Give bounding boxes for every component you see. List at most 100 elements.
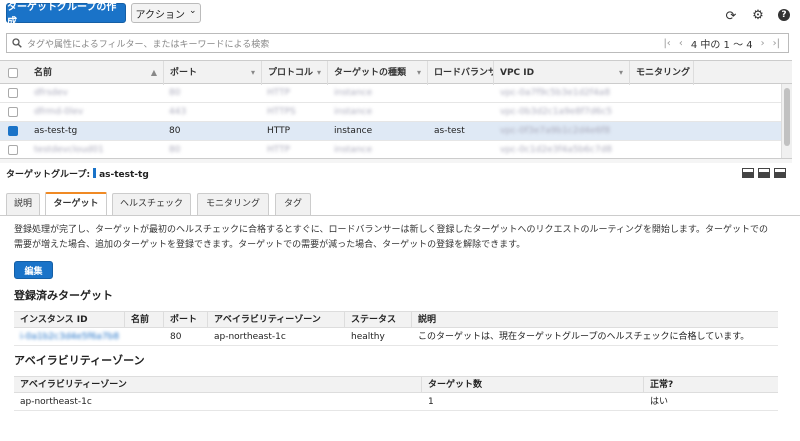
targets-description: 登録処理が完了し、ターゲットが最初のヘルスチェックに合格するとすぐに、ロードバラ… [14,225,769,250]
detail-label: ターゲットグループ: [6,170,91,180]
instance-status: healthy [351,332,385,342]
row-port: 80 [169,145,181,155]
create-target-group-button[interactable]: ターゲットグループの作成 [6,2,126,28]
row-vpc-id: vpc-0b3d2c1a9e8f7d6c5 [500,107,613,117]
tab-health-check[interactable]: ヘルスチェック [112,193,191,215]
az-name: ap-northeast-1c [20,397,92,407]
row-name: testdevcloud01 [34,145,104,155]
column-header-status: ステータス [345,312,412,328]
split-pane-divider[interactable] [0,158,792,163]
detail-tabs: 説明 ターゲット ヘルスチェック モニタリング タグ [0,192,800,216]
row-target-type: instance [334,88,373,98]
pager-next-button[interactable]: › [761,38,765,49]
column-header-target-type[interactable]: ターゲットの種類 ▾ [328,61,428,85]
column-header-instance-id: インスタンス ID [14,312,125,328]
column-header-load-balancer[interactable]: ロードバランサー [428,61,494,85]
target-groups-table-header: 名前▲ ポート▾ プロトコル▾ ターゲットの種類▾ ロードバランサー VPC I… [0,60,792,85]
search-bar: タグや属性によるフィルター、またはキーワードによる検索 |‹ ‹ 4 中の 1 … [6,33,789,53]
target-groups-table-body: dfrsdev 80 HTTP instance vpc-0a7f9c5b3e1… [0,84,792,156]
instance-id-link[interactable]: i-0a1b2c3d4e5f6a7b8 [14,328,125,346]
row-protocol: HTTP [267,126,291,136]
az-healthy: はい [650,397,669,407]
column-header-availability-zone: アベイラビリティーゾーン [208,312,345,328]
actions-button[interactable]: アクション ⌄ [131,3,201,23]
row-vpc-id: vpc-0a7f9c5b3e1d2f4a8 [500,88,611,98]
row-load-balancer: as-test [434,126,465,136]
registered-targets-heading: 登録済みターゲット [14,289,113,302]
table-scrollbar[interactable] [781,84,792,158]
row-vpc-id: vpc-0f3e7a9b1c2d4e6f8 [500,126,611,136]
edit-label: 編集 [24,266,43,277]
column-header-name[interactable]: 名前 ▲ [28,61,164,85]
table-row[interactable]: testdevcloud01 80 HTTP instance vpc-0c1d… [0,141,781,156]
instance-name [125,328,164,346]
refresh-icon[interactable]: ⟳ [724,9,738,24]
row-port: 80 [169,88,181,98]
row-target-type: instance [334,126,373,136]
table-row: ap-northeast-1c 1 はい [14,393,778,411]
pager-last-button[interactable]: ›| [773,38,780,49]
table-row[interactable]: dfrsdev 80 HTTP instance vpc-0a7f9c5b3e1… [0,84,781,103]
tab-tags[interactable]: タグ [275,193,311,215]
dropdown-icon: ▾ [416,68,421,77]
row-protocol: HTTPS [267,107,296,117]
instance-status-description: このターゲットは、現在ターゲットグループのヘルスチェックに合格しています。 [418,332,750,342]
table-row[interactable]: dfrmd-0lev 443 HTTPS instance vpc-0b3d2c… [0,103,781,122]
row-checkbox[interactable] [8,145,18,155]
dropdown-icon: ▾ [316,68,321,77]
pager-prev-button[interactable]: ‹ [679,38,683,49]
column-header-vpc-id[interactable]: VPC ID ▾ [494,61,630,85]
scrollbar-thumb[interactable] [784,88,790,146]
tab-monitoring[interactable]: モニタリング [197,193,269,215]
edit-button[interactable]: 編集 [14,261,53,279]
row-checkbox[interactable] [8,107,18,117]
row-port: 80 [169,126,181,136]
column-header-name: 名前 [125,312,164,328]
dropdown-icon: ▾ [618,68,623,77]
row-name: dfrsdev [34,88,68,98]
chevron-down-icon: ⌄ [188,6,197,16]
row-vpc-id: vpc-0c1d2e3f4a5b6c7d8 [500,145,613,155]
dropdown-icon: ▾ [250,68,255,77]
instance-az: ap-northeast-1c [214,332,286,342]
pager-count: 4 中の 1 ～ 4 [690,39,753,51]
column-header-availability-zone: アベイラビリティーゾーン [14,377,422,393]
table-row-selected[interactable]: as-test-tg 80 HTTP instance as-test vpc-… [0,122,781,141]
detail-accent-bar [93,168,97,178]
detail-target-group-name: as-test-tg [99,170,149,180]
row-target-type: instance [334,107,373,117]
select-all-checkbox[interactable] [8,68,18,78]
search-icon [12,38,22,48]
availability-zones-heading: アベイラビリティーゾーン [14,354,145,367]
view-half-panel-icon[interactable] [758,168,770,178]
column-header-port: ポート [164,312,208,328]
row-protocol: HTTP [267,145,291,155]
column-header-protocol[interactable]: プロトコル ▾ [262,61,328,85]
row-checkbox[interactable] [8,126,18,136]
sort-asc-icon: ▲ [150,68,157,77]
gear-icon[interactable]: ⚙ [751,8,765,23]
search-input[interactable]: タグや属性によるフィルター、またはキーワードによる検索 [27,37,663,50]
column-header-healthy: 正常? [650,380,674,390]
view-full-panel-icon[interactable] [774,168,786,178]
column-header-port[interactable]: ポート ▾ [164,61,262,85]
help-icon[interactable]: ? [778,9,790,21]
tab-targets[interactable]: ターゲット [45,192,107,215]
column-header-target-count: ターゲット数 [422,377,644,393]
table-row: i-0a1b2c3d4e5f6a7b8 80 ap-northeast-1c h… [14,328,778,346]
tab-description[interactable]: 説明 [6,193,40,215]
row-protocol: HTTP [267,88,291,98]
availability-zones-table-header: アベイラビリティーゾーン ターゲット数 正常? [14,376,778,393]
pager-first-button[interactable]: |‹ [663,38,670,49]
row-checkbox[interactable] [8,88,18,98]
az-target-count: 1 [428,397,434,407]
instance-port: 80 [170,332,182,342]
pager: |‹ ‹ 4 中の 1 ～ 4 › ›| [663,36,780,51]
row-name: dfrmd-0lev [34,107,84,117]
column-header-monitoring[interactable]: モニタリング [630,61,694,85]
detail-title: ターゲットグループ: as-test-tg [6,167,149,180]
registered-targets-table-header: インスタンス ID 名前 ポート アベイラビリティーゾーン ステータス 説明 [14,311,778,328]
column-header-description: 説明 [418,315,437,325]
view-bottom-panel-icon[interactable] [742,168,754,178]
row-name: as-test-tg [34,126,78,136]
